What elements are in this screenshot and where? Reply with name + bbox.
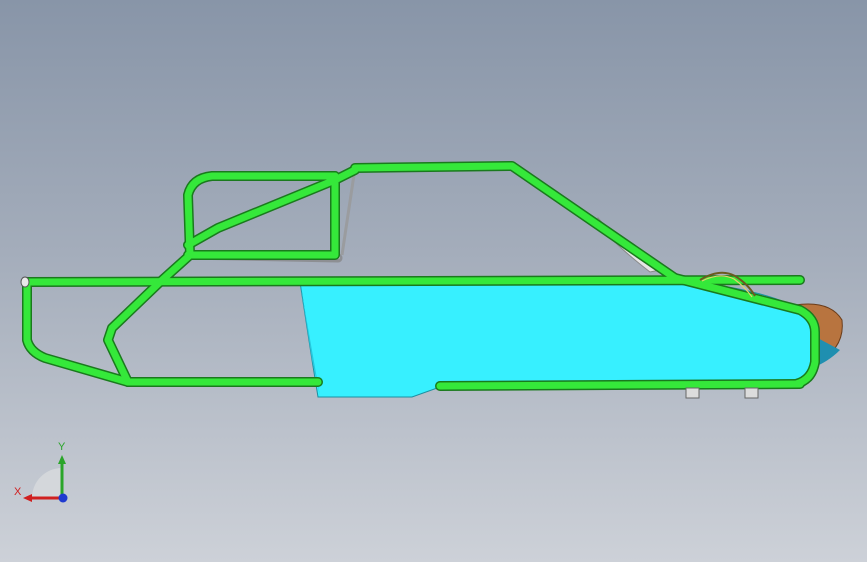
- mount-tab: [744, 387, 759, 399]
- view-triad[interactable]: Y X: [14, 440, 74, 510]
- buggy-frame-model[interactable]: [0, 0, 867, 562]
- x-axis-label: X: [14, 486, 22, 498]
- y-axis-label: Y: [58, 441, 66, 453]
- graphics-viewport[interactable]: Y X: [0, 0, 867, 562]
- rear-tube-cap: [20, 276, 30, 288]
- triad-plane-icon: [32, 468, 62, 498]
- mount-tab: [685, 387, 700, 399]
- z-axis-dot-icon: [58, 493, 68, 503]
